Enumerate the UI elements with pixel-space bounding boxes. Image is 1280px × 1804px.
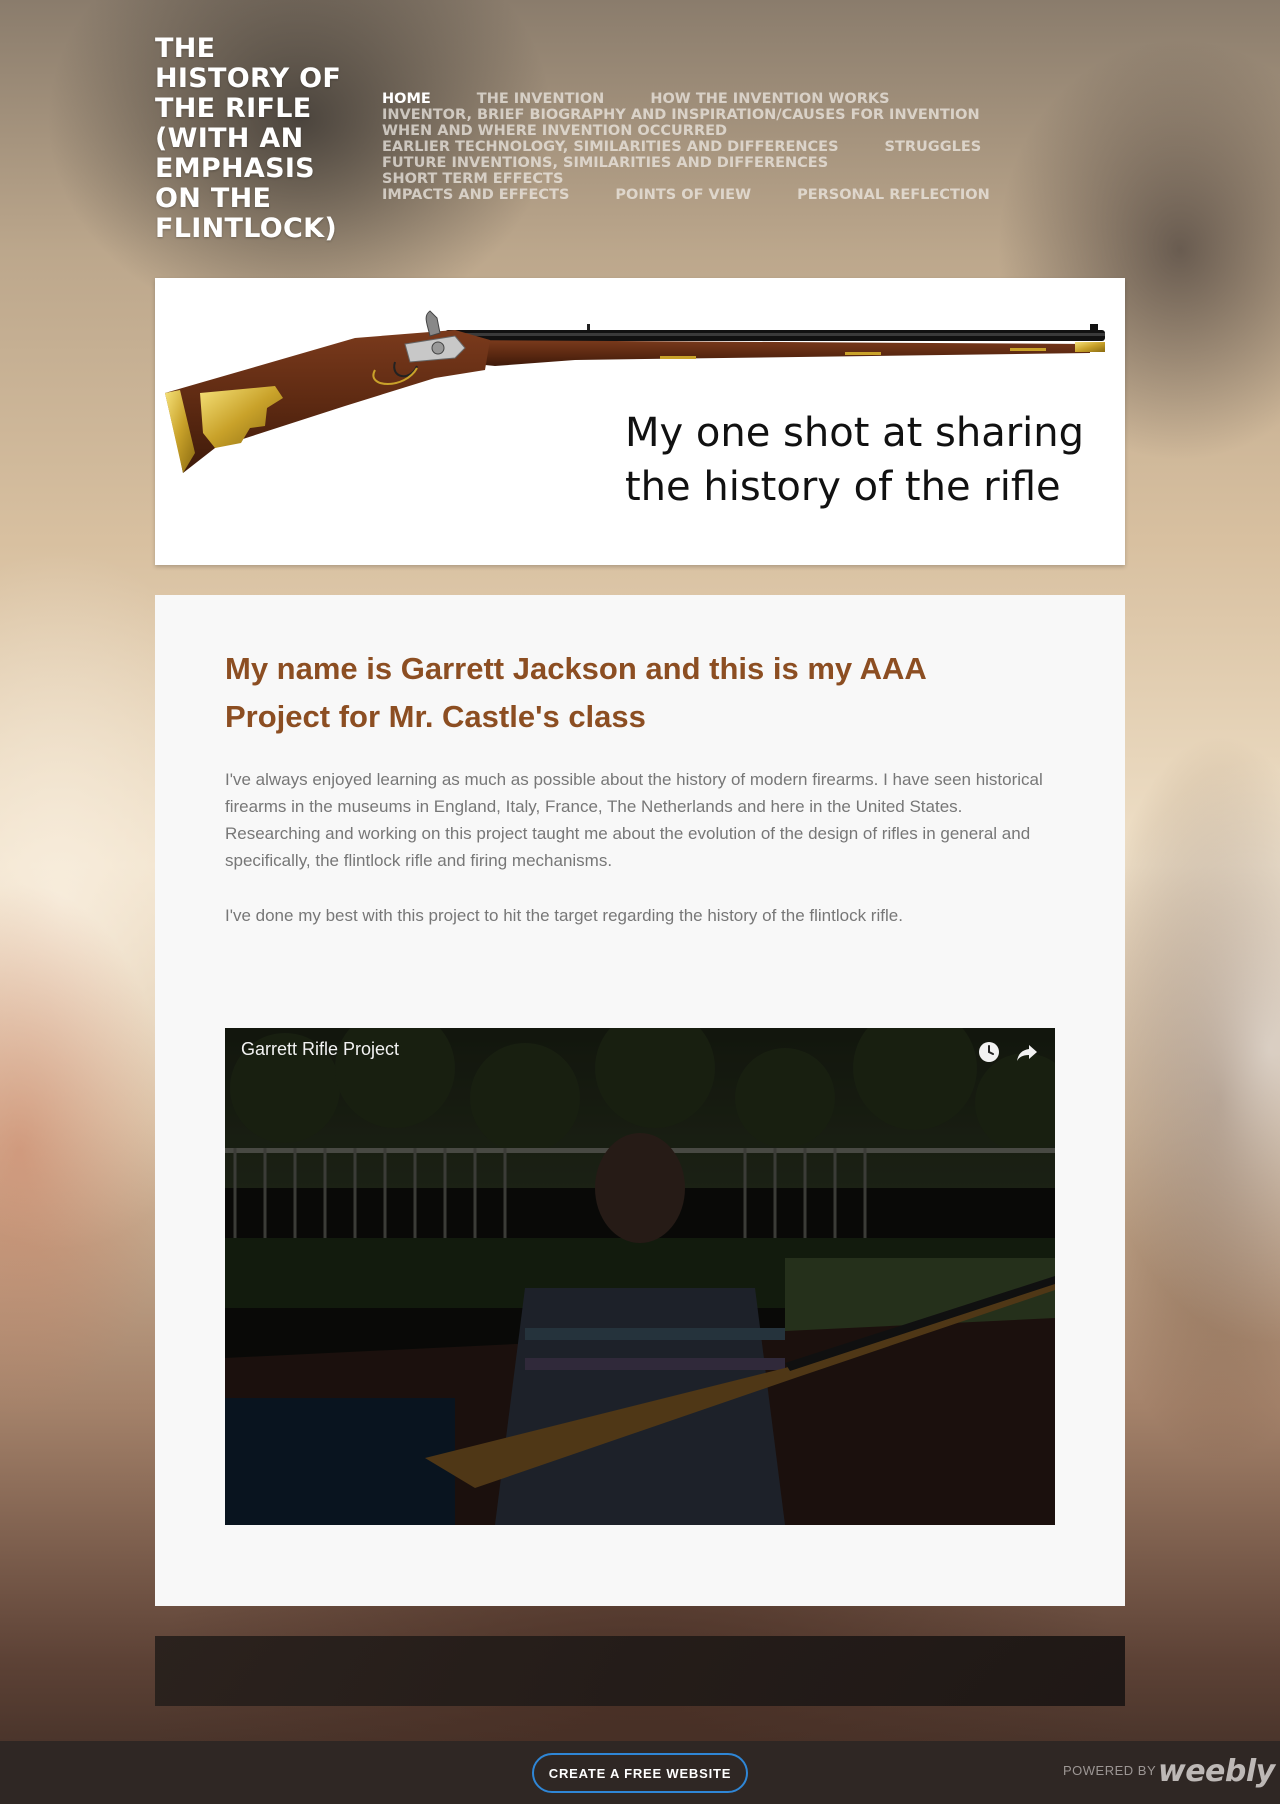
closing-paragraph: I've done my best with this project to h… (225, 906, 903, 925)
nav-item-impacts-and-effects[interactable]: IMPACTS AND EFFECTS (382, 187, 569, 203)
page-heading: My name is Garrett Jackson and this is m… (225, 651, 926, 734)
video-thumbnail (225, 1028, 1055, 1525)
share-icon[interactable] (1015, 1040, 1039, 1064)
nav-item-future-inventions[interactable]: FUTURE INVENTIONS, SIMILARITIES AND DIFF… (382, 155, 828, 171)
nav-item-the-invention[interactable]: THE INVENTION (477, 91, 605, 107)
nav-item-when-and-where[interactable]: WHEN AND WHERE INVENTION OCCURRED (382, 123, 727, 139)
video-title[interactable]: Garrett Rifle Project (241, 1039, 399, 1060)
powered-by-label: POWERED BY (1063, 1763, 1157, 1778)
create-free-website-button[interactable]: CREATE A FREE WEBSITE (532, 1753, 748, 1793)
weebly-logo[interactable]: weebly (1158, 1754, 1275, 1789)
footer-band (155, 1636, 1125, 1706)
nav-item-personal-reflection[interactable]: PERSONAL REFLECTION (797, 187, 990, 203)
nav-item-points-of-view[interactable]: POINTS OF VIEW (615, 187, 751, 203)
banner-tagline: My one shot at sharing the history of th… (625, 406, 1105, 514)
header-banner: My one shot at sharing the history of th… (155, 278, 1125, 565)
nav-item-earlier-technology[interactable]: EARLIER TECHNOLOGY, SIMILARITIES AND DIF… (382, 139, 839, 155)
nav-item-home[interactable]: HOME (382, 91, 431, 107)
nav-item-how-the-invention-works[interactable]: HOW THE INVENTION WORKS (650, 91, 889, 107)
main-nav: HOME THE INVENTION HOW THE INVENTION WORKS… (382, 91, 1082, 203)
nav-item-inventor-biography[interactable]: INVENTOR, BRIEF BIOGRAPHY AND INSPIRATIO… (382, 107, 980, 123)
content-card: My name is Garrett Jackson and this is m… (155, 595, 1125, 1606)
tagline-line-1: My one shot at sharing (625, 410, 1085, 456)
site-title[interactable]: THE HISTORY OF THE RIFLE (WITH AN EMPHAS… (155, 34, 355, 244)
video-embed[interactable]: Garrett Rifle Project (225, 1028, 1055, 1525)
nav-item-short-term-effects[interactable]: SHORT TERM EFFECTS (382, 171, 563, 187)
nav-item-struggles[interactable]: STRUGGLES (885, 139, 982, 155)
tagline-line-2: the history of the rifle (625, 464, 1061, 510)
intro-paragraph: I've always enjoyed learning as much as … (225, 770, 1043, 870)
weebly-footer-bar: CREATE A FREE WEBSITE POWERED BY weebly (0, 1741, 1280, 1804)
watch-later-icon[interactable] (977, 1040, 1001, 1064)
video-controls (977, 1040, 1039, 1064)
